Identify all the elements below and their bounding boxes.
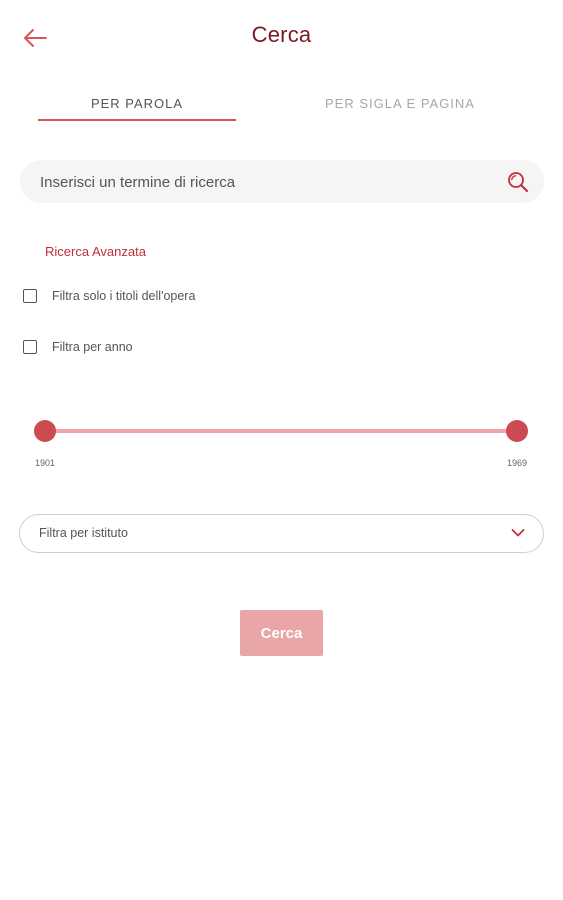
chevron-down-icon xyxy=(511,529,525,537)
search-input[interactable] xyxy=(38,160,502,205)
year-range-track[interactable] xyxy=(45,429,517,433)
search-icon[interactable] xyxy=(506,170,530,194)
filter-titles-label: Filtra solo i titoli dell'opera xyxy=(52,289,196,303)
search-submit-button[interactable]: Cerca xyxy=(240,610,323,656)
institute-dropdown-label: Filtra per istituto xyxy=(39,526,128,540)
filter-year-row[interactable]: Filtra per anno xyxy=(23,340,133,354)
search-bar xyxy=(20,160,544,205)
page-title: Cerca xyxy=(251,22,312,47)
institute-dropdown[interactable]: Filtra per istituto xyxy=(19,514,544,553)
filter-titles-checkbox[interactable] xyxy=(23,289,37,303)
tab-per-sigla-e-pagina[interactable]: PER SIGLA E PAGINA xyxy=(300,96,500,124)
advanced-search-label[interactable]: Ricerca Avanzata xyxy=(45,244,146,259)
year-range-min-handle[interactable] xyxy=(34,420,56,442)
active-tab-indicator xyxy=(38,119,236,121)
filter-year-label: Filtra per anno xyxy=(52,340,133,354)
year-range-max-label: 1969 xyxy=(507,458,528,468)
year-range-max-handle[interactable] xyxy=(506,420,528,442)
search-screen: Cerca PER PAROLA PER SIGLA E PAGINA Rice… xyxy=(0,0,563,900)
year-range-min-label: 1901 xyxy=(35,458,56,468)
filter-year-checkbox[interactable] xyxy=(23,340,37,354)
filter-titles-row[interactable]: Filtra solo i titoli dell'opera xyxy=(23,289,195,303)
